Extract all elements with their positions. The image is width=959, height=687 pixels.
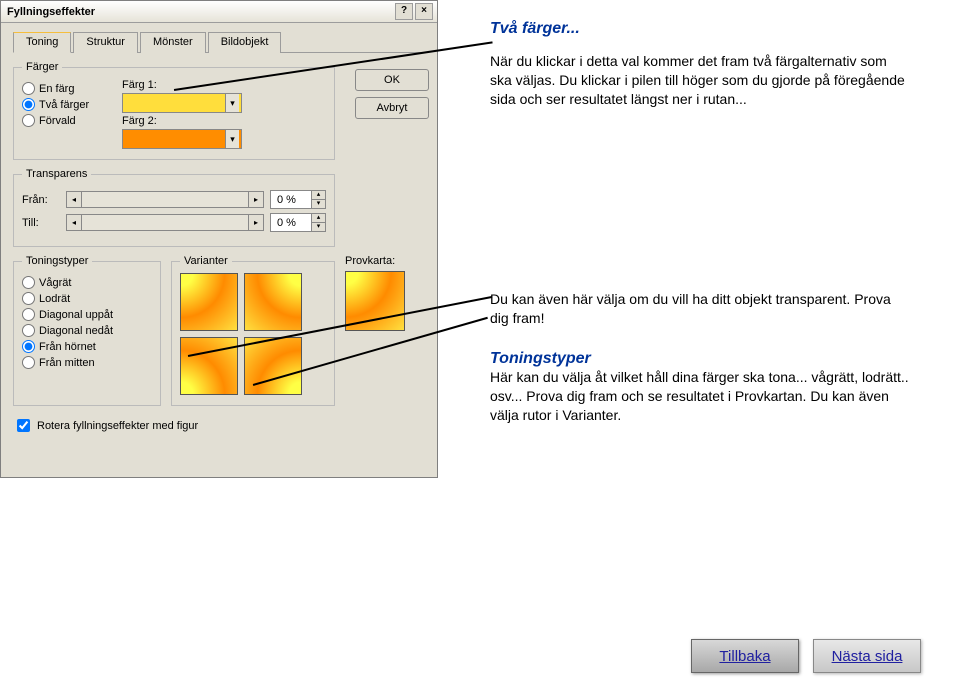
radio-fran-mitten[interactable]: Från mitten [22,356,152,369]
from-spin[interactable]: ▴▾ [270,190,326,209]
radio-diag-down[interactable]: Diagonal nedåt [22,324,152,337]
titlebar: Fyllningseffekter ? × [1,1,437,23]
radio-vagrat[interactable]: Vågrät [22,276,152,289]
from-label: Från: [22,194,60,206]
arrow-right-icon[interactable]: ▸ [248,192,263,207]
to-spin[interactable]: ▴▾ [270,213,326,232]
tab-struktur[interactable]: Struktur [73,32,138,53]
arrow-right-icon[interactable]: ▸ [248,215,263,230]
spin-up-icon[interactable]: ▴ [312,214,325,222]
arrow-left-icon[interactable]: ◂ [67,215,82,230]
explain-col-1: Två färger... När du klickar i detta val… [490,20,910,135]
group-toningstyper: Toningstyper Vågrät Lodrät Diagonal uppå… [13,255,161,406]
group-farger: Färger En färg Två färger Förvald Färg 1… [13,61,335,160]
color2-picker[interactable]: ▾ [122,129,242,149]
to-slider[interactable]: ◂ ▸ [66,214,264,231]
provkarta-label: Provkarta: [345,255,405,267]
from-value-input[interactable] [275,193,311,207]
rotate-checkbox[interactable]: Rotera fyllningseffekter med figur [13,416,429,435]
explain-p1: När du klickar i detta val kommer det fr… [490,52,910,109]
tab-bildobjekt[interactable]: Bildobjekt [208,32,282,53]
ok-button[interactable]: OK [355,69,429,91]
from-slider[interactable]: ◂ ▸ [66,191,264,208]
radio-fran-hornet[interactable]: Från hörnet [22,340,152,353]
variant-1[interactable] [180,273,238,331]
radio-tva-farger[interactable]: Två färger [22,98,122,111]
tab-monster[interactable]: Mönster [140,32,206,53]
tab-bar: Toning Struktur Mönster Bildobjekt [13,31,429,53]
explain-subtitle: Toningstyper [490,350,910,368]
farger-legend: Färger [22,61,62,73]
chevron-down-icon[interactable]: ▾ [225,130,239,148]
radio-lodrat[interactable]: Lodrät [22,292,152,305]
to-value-input[interactable] [275,216,311,230]
fill-effects-dialog: Fyllningseffekter ? × Toning Struktur Mö… [0,0,438,478]
explain-title: Två färger... [490,20,910,38]
toningstyper-legend: Toningstyper [22,255,92,267]
dialog-body: OK Avbryt Färger En färg Två färger Förv… [1,61,437,443]
cancel-button[interactable]: Avbryt [355,97,429,119]
to-label: Till: [22,217,60,229]
next-button[interactable]: Nästa sida [813,639,921,673]
radio-diag-up[interactable]: Diagonal uppåt [22,308,152,321]
chevron-down-icon[interactable]: ▾ [225,94,239,112]
variant-3[interactable] [180,337,238,395]
varianter-legend: Varianter [180,255,232,267]
help-icon[interactable]: ? [395,3,413,20]
radio-en-farg[interactable]: En färg [22,82,122,95]
radio-forvald[interactable]: Förvald [22,114,122,127]
spin-up-icon[interactable]: ▴ [312,191,325,199]
explain-p2: Du kan även här välja om du vill ha ditt… [490,290,910,328]
arrow-left-icon[interactable]: ◂ [67,192,82,207]
prev-button[interactable]: Tillbaka [691,639,799,673]
tab-toning[interactable]: Toning [13,32,71,53]
close-icon[interactable]: × [415,3,433,20]
dialog-title: Fyllningseffekter [5,6,393,18]
group-transparens: Transparens Från: ◂ ▸ ▴▾ Till: ◂ ▸ [13,168,335,247]
variant-2[interactable] [244,273,302,331]
explain-p3: Här kan du välja åt vilket håll dina fär… [490,368,910,425]
dialog-side-buttons: OK Avbryt [355,69,429,119]
spin-down-icon[interactable]: ▾ [312,199,325,208]
variant-4[interactable] [244,337,302,395]
spin-down-icon[interactable]: ▾ [312,222,325,231]
transparens-legend: Transparens [22,168,91,180]
color2-label: Färg 2: [122,115,326,127]
color1-picker[interactable]: ▾ [122,93,242,113]
explain-col-2: Du kan även här välja om du vill ha ditt… [490,290,910,446]
